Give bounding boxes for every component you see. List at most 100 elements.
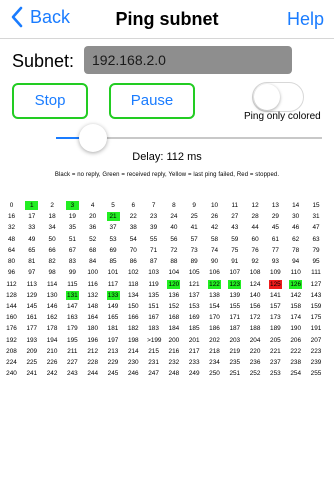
ip-cell[interactable]: 183 [147,324,160,333]
ip-cell[interactable]: 203 [228,336,241,345]
ip-cell[interactable]: 213 [107,347,120,356]
ip-cell[interactable]: 167 [147,313,160,322]
ip-cell[interactable]: 210 [46,347,59,356]
ip-cell[interactable]: 38 [127,223,140,232]
ip-cell[interactable]: 63 [310,235,323,244]
ip-cell[interactable]: 188 [249,324,262,333]
ip-cell[interactable]: 30 [289,212,302,221]
ip-cell[interactable]: 4 [86,201,99,210]
ip-cell[interactable]: 166 [127,313,140,322]
ip-cell[interactable]: 113 [25,280,38,289]
ip-cell[interactable]: 14 [289,201,302,210]
ip-cell[interactable]: 73 [188,246,201,255]
ip-cell[interactable]: 221 [269,347,282,356]
ip-cell[interactable]: 238 [289,358,302,367]
ip-cell[interactable]: 179 [66,324,79,333]
ip-cell[interactable]: 220 [249,347,262,356]
ip-cell[interactable]: 144 [5,302,18,311]
ip-cell[interactable]: 127 [310,280,323,289]
ip-cell[interactable]: 53 [107,235,120,244]
ip-cell[interactable]: 170 [208,313,221,322]
ip-cell[interactable]: 234 [208,358,221,367]
ip-cell[interactable]: 8 [167,201,180,210]
ip-cell[interactable]: 212 [86,347,99,356]
ip-cell[interactable]: 182 [127,324,140,333]
ip-cell[interactable]: 46 [289,223,302,232]
ip-cell[interactable]: 191 [310,324,323,333]
ip-cell[interactable]: 76 [249,246,262,255]
ip-cell[interactable]: 79 [310,246,323,255]
ip-cell[interactable]: 138 [208,291,221,300]
ip-cell[interactable]: 49 [25,235,38,244]
ip-cell[interactable]: 243 [66,369,79,378]
ip-cell[interactable]: 112 [5,280,18,289]
ip-cell[interactable]: 110 [289,268,302,277]
ip-cell[interactable]: 255 [310,369,323,378]
ip-cell[interactable]: 242 [46,369,59,378]
ip-cell[interactable]: 145 [25,302,38,311]
ip-cell[interactable]: 225 [25,358,38,367]
ip-cell[interactable]: 237 [269,358,282,367]
ip-cell[interactable]: 205 [269,336,282,345]
ip-cell[interactable]: 18 [46,212,59,221]
ip-cell[interactable]: 178 [46,324,59,333]
ip-cell[interactable]: 2 [46,201,59,210]
ip-cell[interactable]: 66 [46,246,59,255]
ip-cell[interactable]: 177 [25,324,38,333]
ip-cell[interactable]: 180 [86,324,99,333]
ip-cell[interactable]: 123 [228,279,242,289]
ip-cell[interactable]: 11 [228,201,241,210]
ip-cell[interactable]: 120 [167,279,181,289]
ip-cell[interactable]: 169 [188,313,201,322]
ip-cell[interactable]: 100 [86,268,99,277]
ip-cell[interactable]: 172 [249,313,262,322]
ip-cell[interactable]: 253 [269,369,282,378]
ip-cell[interactable]: 41 [188,223,201,232]
ip-cell[interactable]: 130 [46,291,59,300]
ip-cell[interactable]: 186 [208,324,221,333]
ip-cell[interactable]: 1 [25,201,39,210]
ip-cell[interactable]: 9 [188,201,201,210]
ip-cell[interactable]: 81 [25,257,38,266]
ip-cell[interactable]: 187 [228,324,241,333]
ip-cell[interactable]: 40 [167,223,180,232]
ip-cell[interactable]: 193 [25,336,38,345]
ip-cell[interactable]: 16 [5,212,18,221]
ip-cell[interactable]: 32 [5,223,18,232]
ip-cell[interactable]: 99 [66,268,79,277]
ip-cell[interactable]: 21 [106,212,120,222]
ip-cell[interactable]: 93 [269,257,282,266]
ip-cell[interactable]: 74 [208,246,221,255]
ip-cell[interactable]: 3 [65,201,79,210]
ip-cell[interactable]: 13 [269,201,282,210]
ip-cell[interactable]: 131 [65,290,79,300]
ip-cell[interactable]: 162 [46,313,59,322]
ip-cell[interactable]: 153 [188,302,201,311]
ip-cell[interactable]: 229 [107,358,120,367]
ip-cell[interactable]: 161 [25,313,38,322]
ip-cell[interactable]: 35 [66,223,79,232]
ip-cell[interactable]: 163 [66,313,79,322]
ip-cell[interactable]: 57 [188,235,201,244]
ping-only-colored-toggle[interactable] [252,82,304,112]
ip-cell[interactable]: 173 [269,313,282,322]
ip-cell[interactable]: 33 [25,223,38,232]
ip-cell[interactable]: 232 [167,358,180,367]
ip-cell[interactable]: 219 [228,347,241,356]
ip-cell[interactable]: 72 [167,246,180,255]
ip-cell[interactable]: 151 [147,302,160,311]
ip-cell[interactable]: 245 [107,369,120,378]
ip-cell[interactable]: 39 [147,223,160,232]
ip-cell[interactable]: 122 [208,279,221,289]
ip-cell[interactable]: 244 [86,369,99,378]
ip-cell[interactable]: 59 [228,235,241,244]
delay-slider-thumb[interactable] [79,124,108,152]
ip-cell[interactable]: 60 [249,235,262,244]
ip-cell[interactable]: 91 [228,257,241,266]
ip-cell[interactable]: 158 [289,302,302,311]
ip-cell[interactable]: 246 [127,369,140,378]
ip-cell[interactable]: 215 [147,347,160,356]
ip-cell[interactable]: 236 [249,358,262,367]
ip-cell[interactable]: 104 [167,268,180,277]
ip-cell[interactable]: 165 [107,313,120,322]
